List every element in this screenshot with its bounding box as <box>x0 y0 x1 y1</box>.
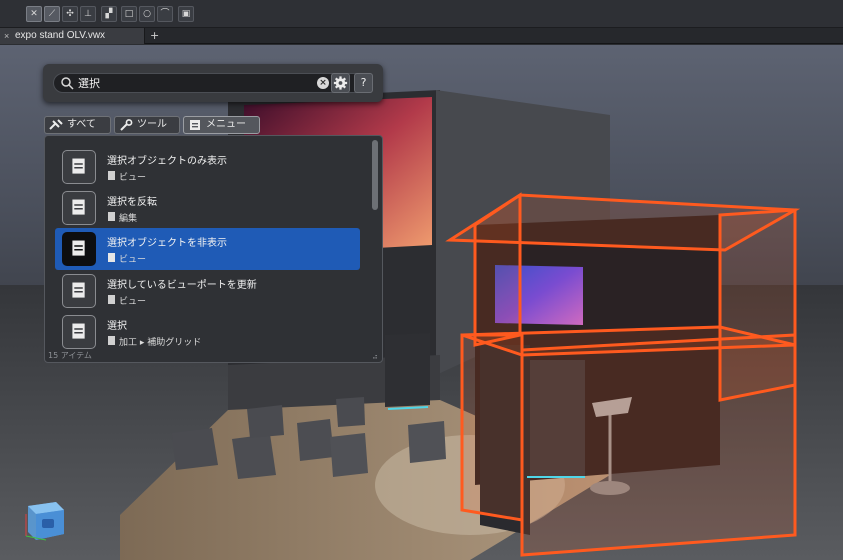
filter-all-label: すべて <box>67 119 96 130</box>
search-input[interactable] <box>78 75 328 91</box>
result-title: 選択を反転 <box>107 197 157 208</box>
add-tab-button[interactable]: + <box>150 28 159 44</box>
result-item[interactable]: 選択 加工 ▸ 補助グリッド <box>55 311 360 353</box>
menu-command-icon <box>62 274 96 308</box>
polygon-select-icon[interactable]: ⌒ <box>157 6 173 22</box>
snap-object-icon[interactable]: ▞ <box>101 6 117 22</box>
all-tools-icon <box>49 119 63 130</box>
search-results-list: 選択オブジェクトのみ表示 ビュー 選択を反転 編集 選択オブジェクトを非表示 ビ… <box>44 135 383 363</box>
result-title: 選択 <box>107 321 127 332</box>
result-count: 15 アイテム <box>48 351 92 360</box>
results-scrollbar[interactable] <box>372 140 378 210</box>
result-title: 選択オブジェクトを非表示 <box>107 238 227 249</box>
menu-command-icon <box>62 191 96 225</box>
snap-point-icon[interactable]: ⟋ <box>44 6 60 22</box>
menu-command-icon <box>62 315 96 349</box>
result-item[interactable]: 選択オブジェクトのみ表示 ビュー <box>55 146 360 188</box>
result-title: 選択オブジェクトのみ表示 <box>107 156 227 167</box>
document-tab-title: expo stand OLV.vwx <box>15 30 106 41</box>
filter-tools-label: ツール <box>137 119 167 130</box>
document-tab-bar: × expo stand OLV.vwx + <box>0 28 843 44</box>
result-item-selected[interactable]: 選択オブジェクトを非表示 ビュー <box>55 228 360 270</box>
result-title: 選択しているビューポートを更新 <box>107 280 257 291</box>
save-view-icon[interactable]: ▣ <box>178 6 194 22</box>
filter-menu-label: メニュー <box>206 119 246 130</box>
close-tab-icon[interactable]: × <box>4 28 9 44</box>
view-cube-icon[interactable] <box>20 500 68 542</box>
filter-tools-button[interactable]: ツール <box>114 116 180 134</box>
resize-handle-icon[interactable]: ⠴ <box>372 352 378 361</box>
snap-angle-icon[interactable]: ⊥ <box>80 6 96 22</box>
help-button[interactable]: ? <box>354 73 373 93</box>
snap-grid-icon[interactable]: ✕ <box>26 6 42 22</box>
menu-icon <box>190 120 200 130</box>
gear-icon <box>333 76 348 90</box>
result-item[interactable]: 選択しているビューポートを更新 ビュー <box>55 270 360 312</box>
result-item[interactable]: 選択を反転 編集 <box>55 187 360 229</box>
menu-category-icon <box>108 212 115 221</box>
filter-menu-button[interactable]: メニュー <box>183 116 260 134</box>
snap-intersection-icon[interactable]: ✣ <box>62 6 78 22</box>
result-category: ビュー <box>119 173 147 183</box>
clear-search-button[interactable]: × <box>317 77 329 89</box>
filter-all-button[interactable]: すべて <box>44 116 111 134</box>
rectangle-select-icon[interactable]: □ <box>121 6 137 22</box>
menu-category-icon <box>108 171 115 180</box>
result-category: ビュー <box>119 255 147 265</box>
settings-button[interactable] <box>331 73 350 93</box>
result-category: 加工 ▸ 補助グリッド <box>119 338 202 348</box>
menu-category-icon <box>108 336 115 345</box>
search-field[interactable]: × <box>53 73 365 93</box>
result-category: ビュー <box>119 297 147 307</box>
search-icon <box>61 77 74 90</box>
menu-category-icon <box>108 253 115 262</box>
menu-command-icon <box>62 232 96 266</box>
command-palette-search-bar: × ? <box>43 64 383 102</box>
document-tab[interactable]: × expo stand OLV.vwx <box>0 28 145 44</box>
result-category: 編集 <box>119 214 138 224</box>
menu-category-icon <box>108 295 115 304</box>
lasso-select-icon[interactable]: ○ <box>139 6 155 22</box>
wrench-icon <box>120 119 133 131</box>
menu-command-icon <box>62 150 96 184</box>
top-toolbar: ✕ ⟋ ✣ ⊥ ▞ □ ○ ⌒ ▣ <box>0 0 843 28</box>
